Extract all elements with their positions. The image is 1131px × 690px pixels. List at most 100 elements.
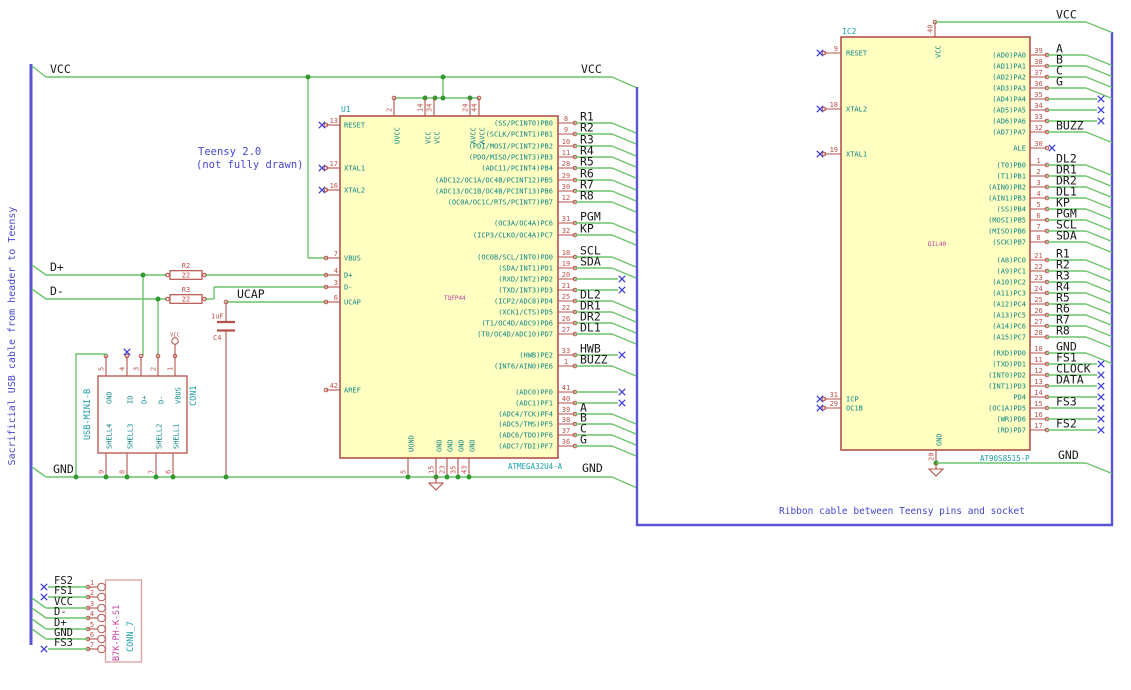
wire-segment — [31, 618, 47, 630]
usb-cable-note: Sacrificial USB cable from header to Tee… — [7, 207, 18, 466]
net-label: BUZZ — [1056, 119, 1084, 133]
no-connect-x-icon — [1097, 415, 1105, 423]
pin-number: 26 — [1034, 307, 1042, 315]
pin-number: 38 — [562, 416, 570, 424]
pin-number: 7 — [334, 250, 338, 258]
pin-name: (OC0A/OC1C/RTS/PCINT7)PB7 — [448, 199, 553, 207]
pin-name: (TXD/INT3)PD3 — [498, 287, 553, 295]
pin-number: 25 — [1034, 296, 1042, 304]
net-label: FS3 — [1056, 395, 1077, 409]
pin-number: 9 — [564, 126, 568, 134]
wire-segment — [1085, 259, 1113, 272]
pin-name: (RD)PD7 — [996, 427, 1026, 435]
pin-number: 19 — [562, 260, 570, 268]
pin-number: 43 — [461, 466, 469, 474]
junction-dot — [440, 74, 446, 80]
junction-dot — [73, 474, 79, 480]
pin-number: 24 — [462, 104, 470, 112]
wire-segment — [611, 322, 637, 334]
net-label-dplus: D+ — [50, 260, 64, 274]
pin-number: 35 — [450, 466, 458, 474]
ic2-footprint: DIL40 — [928, 241, 946, 248]
pin-number: 10 — [1034, 345, 1042, 353]
net-label: DL1 — [580, 321, 601, 335]
junction-dot — [155, 296, 161, 302]
wire-segment — [611, 413, 637, 425]
junction-dot — [455, 474, 461, 480]
pin-number: 7 — [90, 641, 94, 649]
pin-name: (SCK)PB7 — [992, 239, 1026, 247]
wire-segment — [611, 445, 637, 457]
ground-symbol-icon — [927, 468, 945, 477]
junction-dot — [466, 474, 472, 480]
pin-number: 15 — [1034, 400, 1042, 408]
net-label: G — [580, 433, 587, 447]
pin-name: (HWB)PE2 — [519, 352, 553, 360]
pin-name: AVCC — [470, 127, 478, 144]
wire-segment — [1085, 462, 1113, 475]
no-connect-x-icon — [1097, 106, 1105, 114]
pin-number: 13 — [330, 117, 338, 125]
pin-name: (MOSI)PB5 — [988, 217, 1026, 225]
pin-number: 28 — [562, 160, 570, 168]
pin-name: (INT0)PD2 — [988, 372, 1026, 380]
wire-segment — [1085, 241, 1113, 254]
pin-name: (AD0)PA0 — [992, 52, 1026, 60]
pin-number: 13 — [1034, 378, 1042, 386]
pin-name: (A13)PC5 — [992, 312, 1026, 320]
pin-name: GND — [447, 439, 455, 452]
net-label: BUZZ — [580, 353, 608, 367]
u1-part: ATMEGA32U4-A — [508, 462, 563, 471]
pin-number: 15 — [428, 466, 436, 474]
pin-name: (A10)PC2 — [992, 279, 1026, 287]
pin-number: 34 — [1034, 102, 1042, 110]
junction-dot — [305, 74, 311, 80]
pin-number: 1 — [90, 579, 94, 587]
conn7-part: B7K-PH-K-S1 — [112, 605, 122, 661]
pin-number: 4 — [90, 610, 94, 618]
net-label-vcc: VCC — [50, 62, 71, 76]
pin-name: (ADC13/OC1B/OC4B/PCINT13)PB6 — [435, 188, 553, 196]
pin-number: 21 — [1034, 252, 1042, 260]
pin-number: 28 — [1034, 329, 1042, 337]
pin-number: 36 — [562, 438, 570, 446]
pin-number: 8 — [1036, 234, 1040, 242]
wire-segment — [1085, 219, 1113, 232]
pin-number: 3 — [334, 279, 338, 287]
pin-name: (INT6/AIN0)PE6 — [494, 363, 553, 371]
pin-number: 7 — [1036, 223, 1040, 231]
pin-number: 12 — [1034, 367, 1042, 375]
pin-name: (TXD)PD1 — [992, 361, 1026, 369]
pin-number: 21 — [562, 282, 570, 290]
pin-number: 25 — [562, 293, 570, 301]
wire-segment — [31, 466, 47, 478]
pin-number: 17 — [330, 160, 338, 168]
wire-segment — [1085, 131, 1113, 144]
pin-name: (ADC5/TMS)PF5 — [498, 421, 553, 429]
pin-number: 41 — [562, 384, 570, 392]
pin-number: 35 — [1034, 91, 1042, 99]
wire-segment — [611, 133, 637, 145]
pin-number: 6 — [90, 631, 94, 639]
pin-number: 29 — [830, 400, 838, 408]
pin-name: (A9)PC1 — [996, 268, 1026, 276]
net-label: FS3 — [54, 637, 73, 649]
wire-segment — [1085, 208, 1113, 221]
pin-number: 39 — [1034, 47, 1042, 55]
pin-name: (ADC11/PCINT4)PB4 — [481, 165, 553, 173]
pin-number: 14 — [1034, 389, 1042, 397]
net-label: DATA — [1056, 373, 1084, 387]
pin-name: (SDA/INT1)PD1 — [498, 265, 553, 273]
pin-name: (ADC12/OC1A/OC4B/PCINT12)PB5 — [435, 177, 553, 185]
pin-name: (SCLK/PCINT1)PB1 — [486, 131, 553, 139]
pin-number: 5 — [90, 621, 94, 629]
pin-number: 6 — [1036, 212, 1040, 220]
pin-name: ID — [127, 396, 135, 404]
pin-number: 24 — [1034, 285, 1042, 293]
pin-name: XTAL2 — [846, 106, 867, 114]
schematic-drawing: VCC VCCGND GNDD+D- UCAP1uFC4R222R3225GND4ID… — [7, 8, 1114, 663]
pin-name: AREF — [344, 387, 361, 395]
wire-segment — [611, 365, 637, 377]
resistor-value: 22 — [182, 272, 190, 280]
pin-number: 29 — [562, 172, 570, 180]
